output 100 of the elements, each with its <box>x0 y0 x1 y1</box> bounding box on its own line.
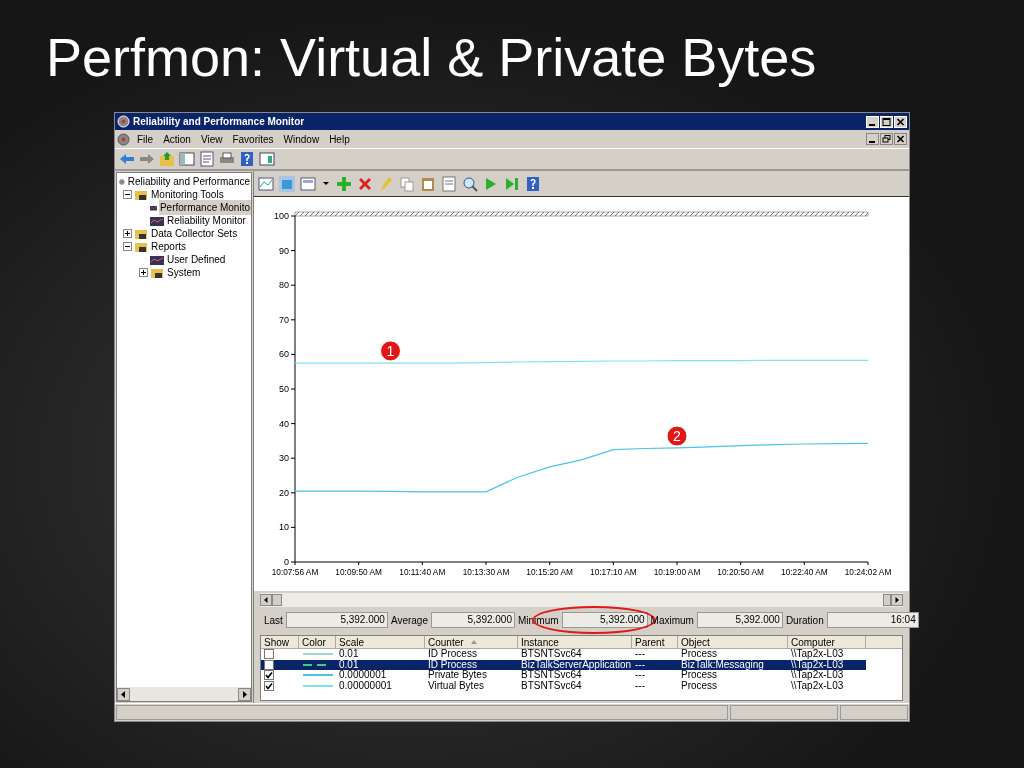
expand-icon[interactable] <box>123 229 132 238</box>
table-row[interactable]: 0.0000001 Private Bytes BTSNTSvc64 --- Process \\Tap2x-L03 <box>261 670 866 681</box>
column-header-label: Show <box>264 635 289 650</box>
table-cell-text: 0.0000001 <box>338 670 388 681</box>
menu-item[interactable]: File <box>132 131 159 147</box>
number-callout: 1 <box>380 340 401 362</box>
axis-label: 90 <box>279 245 289 256</box>
axis-label: 10:09:50 AM <box>335 567 382 577</box>
axis-label: 10:13:30 AM <box>462 567 510 577</box>
menu-item[interactable]: Window <box>278 131 325 147</box>
axis-label: 10:20:50 AM <box>717 567 764 577</box>
menu-item[interactable]: View <box>195 131 228 147</box>
number-callout: 2 <box>666 425 688 447</box>
column-header[interactable]: Object <box>678 636 788 649</box>
collapse-icon[interactable] <box>123 190 132 199</box>
table-cell-text: \\Tap2x-L03 <box>790 659 845 670</box>
axis-label: 80 <box>279 280 289 291</box>
table-cell-text: BizTalk:Messaging <box>680 659 765 670</box>
menu-item[interactable]: Favorites <box>227 131 279 147</box>
annotation: 1 <box>386 342 395 359</box>
axis-label: 40 <box>279 418 289 429</box>
scroll-right-icon[interactable] <box>891 594 903 606</box>
table-cell-text: BTSNTSvc64 <box>520 680 583 691</box>
report-icon[interactable] <box>300 175 316 192</box>
table-cell-text: BTSNTSvc64 <box>520 649 583 660</box>
tree-item[interactable]: Reliability Monitor <box>166 213 247 228</box>
column-header[interactable]: Counter <box>425 636 518 649</box>
table-row[interactable]: 0.01 ID Process BTSNTSvc64 --- Process \\Tap2x-L03 <box>261 649 866 660</box>
console-tree-icon[interactable] <box>179 151 195 167</box>
help-icon[interactable] <box>525 175 541 192</box>
axis-label: 50 <box>279 384 289 394</box>
axis-label: 10:15:20 AM <box>526 567 573 577</box>
table-cell-text: 0.01 <box>338 659 360 670</box>
checkbox[interactable] <box>264 670 274 681</box>
console-window-icon[interactable] <box>259 151 275 167</box>
table-cell-text: \\Tap2x-L03 <box>790 680 845 691</box>
table-cell-text: Private Bytes <box>427 670 488 681</box>
help-icon[interactable] <box>239 151 255 167</box>
maximize-icon[interactable] <box>880 115 893 128</box>
properties-icon[interactable] <box>199 151 215 167</box>
axis-label: 100 <box>273 211 289 221</box>
paste-icon[interactable] <box>420 175 436 192</box>
back-arrow-icon[interactable] <box>119 151 135 167</box>
table-cell-text: BizTalkServerApplication <box>520 659 632 670</box>
collapse-icon[interactable] <box>123 242 132 251</box>
table-cell-text: 0.01 <box>338 649 360 660</box>
column-header-label: Computer <box>791 635 835 649</box>
axis-label: 10:17:10 AM <box>590 567 637 577</box>
restore-icon[interactable] <box>880 133 893 145</box>
table-cell-text: Process <box>680 680 719 691</box>
table-row[interactable]: 0.01 ID Process BizTalkServerApplication --- BizTalk:Messaging \\Tap2x-L03 <box>261 659 866 670</box>
stat-value-field: 5,392.000 <box>696 612 783 628</box>
stat-label: Duration <box>785 613 824 628</box>
column-header[interactable]: Computer <box>788 636 866 649</box>
minimize-icon[interactable] <box>866 133 879 145</box>
column-header[interactable]: Parent <box>632 636 678 649</box>
column-header[interactable]: Color <box>299 636 336 649</box>
table-cell-text: BTSNTSvc64 <box>520 670 582 681</box>
axis-label: 10:24:02 AM <box>844 567 892 577</box>
tree-item[interactable]: Reliability and Performance <box>126 174 251 189</box>
table-cell-text: --- <box>634 659 646 670</box>
scroll-thumb[interactable] <box>272 594 282 606</box>
tree-item[interactable]: Reports <box>150 239 187 254</box>
expand-icon[interactable] <box>139 268 148 277</box>
horizontal-scrollbar[interactable] <box>117 687 251 701</box>
column-header[interactable]: Scale <box>336 636 425 649</box>
chart-scrollbar[interactable] <box>260 593 903 607</box>
column-header[interactable]: Instance <box>518 636 632 649</box>
column-header-label: Object <box>681 635 710 649</box>
scroll-right-icon[interactable] <box>238 687 251 701</box>
tree-item[interactable]: System <box>166 265 202 280</box>
checkbox[interactable] <box>264 680 274 691</box>
zoom-icon[interactable] <box>462 175 478 192</box>
menu-item[interactable]: Help <box>324 131 355 147</box>
axis-label: 70 <box>279 314 289 325</box>
scroll-left-icon[interactable] <box>117 687 130 701</box>
checkbox[interactable] <box>264 649 274 660</box>
table-cell-text: Process <box>680 649 719 660</box>
stat-value-field: 16:04 <box>826 612 919 628</box>
tree-item[interactable]: Performance Monito <box>158 200 251 215</box>
checkbox[interactable] <box>264 659 274 670</box>
column-header-label: Scale <box>339 635 364 649</box>
line-graph-icon[interactable] <box>258 175 274 192</box>
delete-icon[interactable] <box>357 175 373 192</box>
tree-item[interactable]: User Defined <box>166 252 227 267</box>
scroll-thumb[interactable] <box>883 594 891 606</box>
table-cell-text: --- <box>634 649 646 660</box>
close-icon[interactable] <box>894 133 907 145</box>
column-header-label: Instance <box>521 635 559 649</box>
scroll-left-icon[interactable] <box>260 594 272 606</box>
table-cell-text: 0.00000001 <box>338 680 393 691</box>
axis-label: 60 <box>279 349 289 360</box>
table-cell-text: --- <box>634 670 646 681</box>
axis-label: 10:22:40 AM <box>781 567 828 577</box>
table-cell-text: Virtual Bytes <box>427 680 484 691</box>
axis-label: 10 <box>279 522 289 533</box>
menu-item[interactable]: Action <box>158 131 196 147</box>
tree-item[interactable]: Monitoring Tools <box>150 187 225 202</box>
tree-item[interactable]: Data Collector Sets <box>150 226 239 241</box>
table-row[interactable]: 0.00000001 Virtual Bytes BTSNTSvc64 --- Process \\Tap2x-L03 <box>261 680 866 691</box>
